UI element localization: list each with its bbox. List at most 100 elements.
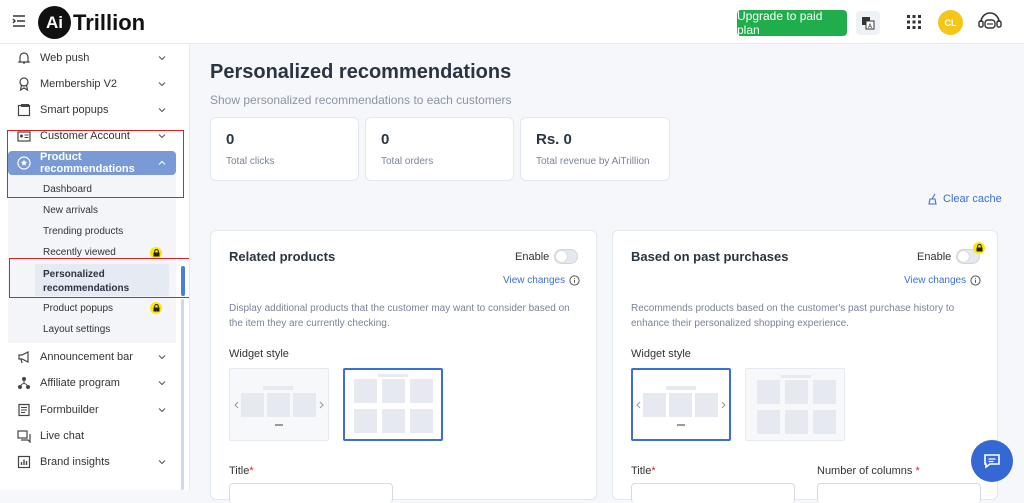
widget-style-label: Widget style bbox=[631, 348, 691, 360]
field-label-text: Title bbox=[631, 465, 652, 477]
apps-grid-icon[interactable] bbox=[907, 15, 921, 29]
title-input[interactable] bbox=[229, 483, 393, 503]
sidebar-item-live-chat[interactable]: Live chat bbox=[0, 423, 180, 449]
sidebar-item-label: Smart popups bbox=[40, 104, 109, 116]
chevron-down-icon bbox=[158, 82, 166, 87]
columns-field-label: Number of columns * bbox=[817, 465, 920, 477]
chevron-down-icon bbox=[158, 56, 166, 61]
stat-value: Rs. 0 bbox=[536, 131, 572, 148]
network-icon bbox=[18, 377, 30, 389]
upgrade-button[interactable]: Upgrade to paid plan bbox=[737, 9, 847, 37]
view-changes-label: View changes bbox=[904, 275, 967, 286]
card-related-products: Related products Enable View changes Dis… bbox=[210, 230, 597, 503]
submenu-item-trending-products[interactable]: Trending products bbox=[43, 226, 123, 237]
logo-text: Trillion bbox=[73, 9, 146, 35]
enable-label: Enable bbox=[917, 251, 952, 263]
chevron-down-icon bbox=[158, 381, 166, 386]
field-label-text: Number of columns bbox=[817, 465, 913, 477]
chevron-down-icon bbox=[158, 355, 166, 360]
logo-mark: Ai bbox=[38, 6, 71, 39]
stat-label: Total orders bbox=[381, 156, 434, 167]
widget-style-label: Widget style bbox=[229, 348, 289, 360]
title-input[interactable] bbox=[631, 483, 795, 503]
top-bar: Ai Trillion Upgrade to paid plan A CL bbox=[0, 0, 1024, 44]
title-field-label: Title* bbox=[631, 465, 656, 477]
form-icon bbox=[18, 403, 30, 417]
sidebar-item-label: Live chat bbox=[40, 430, 85, 442]
award-icon bbox=[19, 77, 29, 91]
info-icon bbox=[569, 275, 580, 286]
stat-value: 0 bbox=[226, 131, 235, 148]
required-marker: * bbox=[915, 465, 920, 477]
chat-icon bbox=[984, 454, 1000, 469]
sidebar-item-label: Web push bbox=[40, 52, 90, 64]
highlight-box bbox=[9, 258, 189, 298]
broom-icon bbox=[928, 193, 937, 205]
stat-card-revenue: Rs. 0 Total revenue by AiTrillion bbox=[520, 117, 670, 181]
stat-card-orders: 0 Total orders bbox=[365, 117, 514, 181]
clear-cache-button[interactable]: Clear cache bbox=[927, 193, 1002, 205]
lock-icon bbox=[150, 302, 162, 314]
sidebar-item-announcement-bar[interactable]: Announcement bar bbox=[0, 344, 180, 370]
sidebar-item-label: Announcement bar bbox=[40, 351, 133, 363]
card-description: Recommends products based on the custome… bbox=[631, 303, 955, 329]
card-description: Display additional products that the cus… bbox=[229, 303, 570, 329]
sidebar-item-label: Membership V2 bbox=[40, 78, 118, 90]
support-chat-icon[interactable] bbox=[977, 9, 1003, 35]
stat-label: Total revenue by AiTrillion bbox=[536, 156, 650, 167]
submenu-item-new-arrivals[interactable]: New arrivals bbox=[43, 205, 98, 216]
title-field-label: Title* bbox=[229, 465, 254, 477]
clear-cache-label: Clear cache bbox=[943, 193, 1002, 205]
bell-icon bbox=[17, 52, 31, 64]
translate-icon[interactable]: A bbox=[856, 11, 880, 35]
sidebar-item-web-push[interactable]: Web push bbox=[0, 45, 180, 71]
view-changes-link[interactable]: View changes bbox=[503, 275, 580, 286]
chevron-down-icon bbox=[158, 108, 166, 113]
enable-toggle[interactable] bbox=[554, 249, 578, 264]
card-based-on-past-purchases: Based on past purchases Enable View chan… bbox=[612, 230, 998, 503]
page-title: Personalized recommendations bbox=[210, 61, 512, 83]
chevron-down-icon bbox=[158, 460, 166, 465]
required-marker: * bbox=[249, 465, 254, 477]
live-chat-button[interactable] bbox=[971, 440, 1013, 482]
main-content: Personalized recommendations Show person… bbox=[191, 44, 1024, 503]
chevron-down-icon bbox=[158, 408, 166, 413]
widget-style-slider-option[interactable] bbox=[631, 368, 731, 441]
bar-chart-icon bbox=[17, 455, 31, 469]
number-of-columns-input[interactable] bbox=[817, 483, 981, 503]
card-title: Related products bbox=[229, 249, 336, 264]
sidebar-item-label: Affiliate program bbox=[40, 377, 120, 389]
submenu-item-product-popups[interactable]: Product popups bbox=[43, 303, 113, 314]
widget-style-slider-option[interactable] bbox=[229, 368, 329, 441]
submenu-item-recently-viewed[interactable]: Recently viewed bbox=[43, 247, 116, 258]
sidebar: Web push Membership V2 Smart popups Cust… bbox=[0, 44, 190, 490]
lock-icon bbox=[973, 242, 985, 254]
sidebar-item-label: Brand insights bbox=[40, 456, 110, 468]
sidebar-item-label: Formbuilder bbox=[40, 404, 99, 416]
highlight-box bbox=[7, 130, 184, 198]
required-marker: * bbox=[651, 465, 656, 477]
chat-bubbles-icon bbox=[17, 430, 31, 443]
stat-value: 0 bbox=[381, 131, 390, 148]
sidebar-item-affiliate-program[interactable]: Affiliate program bbox=[0, 370, 180, 396]
enable-label: Enable bbox=[515, 251, 550, 263]
logo[interactable]: Ai Trillion bbox=[38, 6, 145, 39]
sidebar-item-smart-popups[interactable]: Smart popups bbox=[0, 97, 180, 123]
avatar[interactable]: CL bbox=[938, 10, 963, 35]
widget-style-grid-option[interactable] bbox=[343, 368, 443, 441]
page-subtitle: Show personalized recommendations to eac… bbox=[210, 93, 512, 107]
sidebar-scrollbar-track[interactable] bbox=[181, 299, 184, 490]
menu-toggle-icon[interactable] bbox=[12, 14, 26, 28]
popup-icon bbox=[17, 104, 31, 117]
info-icon bbox=[970, 275, 981, 286]
widget-style-grid-option[interactable] bbox=[745, 368, 845, 441]
field-label-text: Title bbox=[229, 465, 250, 477]
submenu-item-layout-settings[interactable]: Layout settings bbox=[43, 324, 110, 335]
view-changes-label: View changes bbox=[503, 275, 566, 286]
view-changes-link[interactable]: View changes bbox=[904, 275, 981, 286]
sidebar-item-formbuilder[interactable]: Formbuilder bbox=[0, 397, 180, 423]
sidebar-item-brand-insights[interactable]: Brand insights bbox=[0, 449, 180, 475]
sidebar-item-membership[interactable]: Membership V2 bbox=[0, 71, 180, 97]
megaphone-icon bbox=[18, 351, 29, 364]
card-title: Based on past purchases bbox=[631, 249, 789, 264]
